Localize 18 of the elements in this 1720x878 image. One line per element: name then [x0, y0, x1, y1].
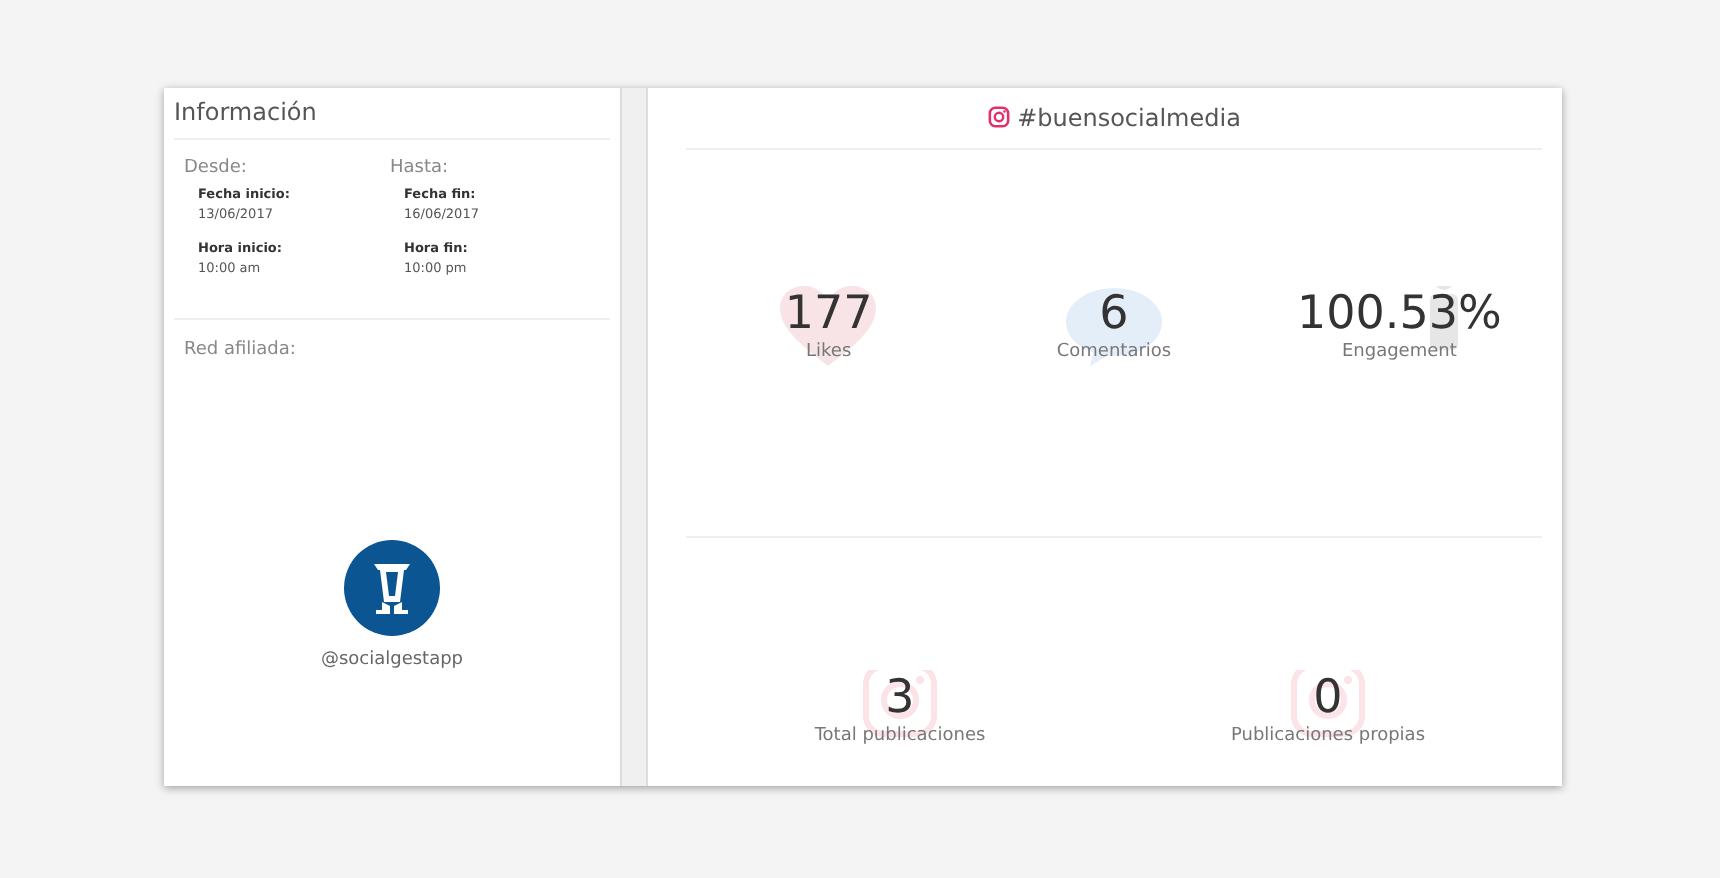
- logo-icon: [344, 540, 440, 636]
- stat-label: Engagement: [1341, 341, 1457, 362]
- stat-value: 0: [1313, 670, 1343, 726]
- stat-value: 3: [885, 670, 915, 726]
- date-heading: Desde:: [184, 158, 249, 178]
- panel-title: Información: [172, 96, 319, 130]
- date-heading: Hasta:: [390, 158, 451, 178]
- stat-value: 177: [784, 285, 873, 342]
- stat-label: Comentarios: [1056, 341, 1172, 362]
- stat-label: Total publicaciones: [814, 726, 986, 747]
- instagram-icon: [987, 106, 1010, 129]
- hashtag-title: #buensocialmedia: [1017, 103, 1241, 132]
- stat-value: 100.53%: [1297, 285, 1502, 342]
- stat-label: Publicaciones propias: [1230, 726, 1426, 747]
- network-label: Red afiliada:: [182, 338, 298, 360]
- stat-value: 6: [1099, 285, 1129, 342]
- stat-label: Likes: [806, 341, 852, 362]
- account-handle: @socialgestapp: [320, 650, 464, 670]
